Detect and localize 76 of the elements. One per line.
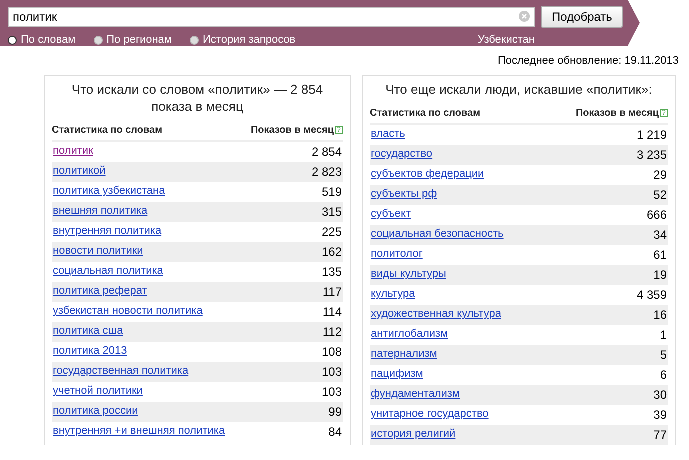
count-cell-text: 39 — [654, 406, 667, 424]
count-cell-text: 3 235 — [636, 146, 667, 164]
radio-option[interactable]: По регионам — [94, 32, 172, 48]
keyword-link[interactable]: история религий — [371, 426, 456, 443]
keyword-link[interactable]: политика 2013 — [53, 343, 128, 360]
column-header: Показов в месяц — [250, 124, 334, 138]
count-cell-text: 29 — [654, 166, 667, 184]
count-cell-text: 114 — [322, 304, 342, 320]
column-header: Показов в месяц — [576, 106, 659, 120]
count-cell-text: 1 219 — [636, 126, 667, 144]
keyword-link[interactable]: новости политики — [53, 243, 144, 260]
panel-title: Что еще искали люди, искавшие «политик»: — [384, 80, 654, 98]
count-cell-text: 519 — [322, 184, 342, 200]
keyword-link[interactable]: унитарное государство — [371, 406, 489, 423]
keyword-link[interactable]: виды культуры — [371, 266, 446, 283]
count-cell-text: 52 — [654, 186, 667, 204]
keyword-link[interactable]: политика узбекистана — [53, 183, 166, 200]
keyword-link[interactable]: фундаментализм — [371, 386, 460, 403]
count-cell-text: 84 — [328, 424, 342, 440]
radio-option[interactable]: История запросов — [190, 32, 296, 48]
search-field[interactable]: политик — [8, 7, 535, 27]
count-cell-text: 2 823 — [312, 164, 342, 180]
keyword-link[interactable]: социальная безопасность — [371, 226, 504, 243]
keyword-link[interactable]: узбекистан новости политика — [53, 303, 203, 320]
count-cell-text: 16 — [654, 306, 667, 324]
last-update-text: Последнее обновление: 19.11.2013 — [498, 54, 679, 69]
keyword-link[interactable]: художественная культура — [371, 306, 502, 323]
keyword-link[interactable]: культура — [371, 286, 416, 303]
count-cell-text: 117 — [322, 284, 342, 300]
keyword-link[interactable]: антиглобализм — [371, 326, 448, 343]
keyword-link[interactable]: внутренняя политика — [53, 223, 162, 240]
panel-title: Что искали со словом «политик» — 2 854 показа в месяц — [70, 80, 324, 114]
count-cell-text: 135 — [322, 264, 342, 280]
keyword-link[interactable]: политика реферат — [53, 283, 148, 300]
column-header: Статистика по словам — [52, 124, 162, 138]
column-header: Статистика по словам — [370, 106, 480, 120]
keyword-link[interactable]: власть — [371, 126, 406, 143]
count-cell-text: 30 — [654, 386, 667, 404]
count-cell-text: 77 — [654, 426, 667, 444]
region-link[interactable]: Узбекистан — [478, 34, 535, 47]
count-cell-text: 4 359 — [636, 286, 667, 304]
count-cell-text: 103 — [322, 384, 342, 400]
keyword-link[interactable]: политика россии — [53, 403, 138, 420]
search-button[interactable]: Подобрать — [541, 6, 624, 28]
keyword-link[interactable]: политикой — [53, 163, 106, 180]
count-cell-text: 225 — [322, 224, 342, 240]
count-cell-text: 666 — [646, 206, 667, 224]
count-cell-text: 6 — [660, 366, 667, 384]
keyword-link[interactable]: патернализм — [371, 346, 438, 363]
count-cell-text: 5 — [660, 346, 667, 364]
keyword-link[interactable]: политик — [53, 143, 94, 160]
count-cell-text: 162 — [322, 244, 342, 260]
count-cell-text: 99 — [328, 404, 342, 420]
count-cell-text: 2 854 — [312, 144, 342, 160]
keyword-link[interactable]: пацифизм — [371, 366, 424, 383]
keyword-link[interactable]: внутренняя +и внешняя политика — [53, 423, 226, 440]
keyword-link[interactable]: внешняя политика — [53, 203, 148, 220]
radio-option[interactable]: По словам — [8, 32, 76, 48]
keyword-link[interactable]: политолог — [371, 246, 423, 263]
keyword-link[interactable]: субъекты рф — [371, 186, 438, 203]
clear-icon[interactable] — [519, 11, 530, 22]
count-cell-text: 34 — [654, 226, 667, 244]
keyword-link[interactable]: политика сша — [53, 323, 124, 340]
count-cell-text: 19 — [654, 266, 667, 284]
count-cell-text: 1 — [660, 326, 667, 344]
keyword-link[interactable]: учетной политики — [53, 383, 143, 400]
count-cell-text: 108 — [322, 344, 342, 360]
keyword-link[interactable]: государственная политика — [53, 363, 189, 380]
count-cell-text: 112 — [322, 324, 342, 340]
keyword-link[interactable]: государство — [371, 146, 433, 163]
keyword-link[interactable]: субъектов федерации — [371, 166, 484, 183]
keyword-link[interactable]: субъект — [371, 206, 412, 223]
count-cell-text: 61 — [654, 246, 667, 264]
keyword-link[interactable]: социальная политика — [53, 263, 164, 280]
count-cell-text: 103 — [322, 364, 342, 380]
count-cell-text: 315 — [322, 204, 342, 220]
